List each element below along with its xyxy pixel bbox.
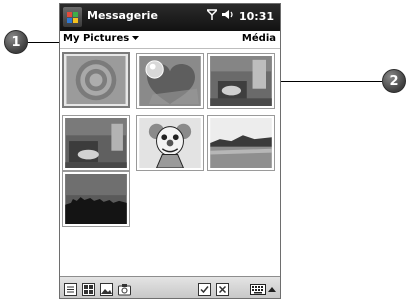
- callout-1: 1: [4, 30, 28, 54]
- thumb-room-1[interactable]: [207, 53, 275, 109]
- room-2-image: [65, 118, 127, 168]
- camera-icon[interactable]: [118, 281, 131, 296]
- start-menu-icon[interactable]: [63, 7, 82, 27]
- thumb-target-circles[interactable]: [62, 52, 130, 108]
- thumbnail-view-icon[interactable]: [82, 281, 95, 296]
- status-area[interactable]: 10:31: [205, 9, 274, 23]
- folder-dropdown-label: My Pictures: [63, 33, 130, 44]
- thumb-heart-bubble[interactable]: [136, 53, 204, 109]
- lake-image: [210, 118, 272, 168]
- pocket-pc-screen: Messagerie 10:31 My Pictures Média: [59, 3, 281, 299]
- keyboard-icon[interactable]: [250, 281, 266, 295]
- picture-icon[interactable]: [100, 281, 113, 296]
- folder-header: My Pictures Média: [60, 31, 280, 49]
- bottom-toolbar: [60, 276, 280, 298]
- clown-image: [139, 118, 201, 168]
- target-circles-image: [66, 56, 126, 104]
- up-arrow-icon[interactable]: [268, 281, 276, 294]
- signal-icon[interactable]: [205, 9, 219, 23]
- media-link[interactable]: Média: [242, 33, 276, 44]
- thumb-clown[interactable]: [136, 115, 204, 171]
- thumbnail-grid: [60, 49, 280, 275]
- callout-2-line: [265, 81, 382, 82]
- app-title: Messagerie: [87, 9, 158, 22]
- heart-bubble-image: [139, 56, 201, 106]
- speaker-icon[interactable]: [221, 9, 234, 23]
- thumb-lake[interactable]: [207, 115, 275, 171]
- clock-time[interactable]: 10:31: [239, 10, 274, 23]
- thumb-room-2[interactable]: [62, 115, 130, 171]
- callout-2: 2: [382, 69, 406, 93]
- room-1-image: [210, 56, 272, 106]
- list-view-icon[interactable]: [64, 281, 77, 296]
- folder-dropdown[interactable]: My Pictures: [63, 33, 140, 44]
- thumb-city-dusk[interactable]: [62, 171, 130, 227]
- callout-2-label: 2: [389, 73, 399, 89]
- stage: 1 2 Messagerie 10:31 My Pictures Média: [0, 0, 408, 302]
- city-dusk-image: [65, 174, 127, 224]
- callout-1-label: 1: [11, 34, 21, 50]
- chevron-down-icon: [132, 33, 140, 44]
- checkbox-icon[interactable]: [198, 281, 211, 296]
- callout-1-line: [28, 42, 62, 43]
- title-bar: Messagerie 10:31: [60, 4, 280, 31]
- close-box-icon[interactable]: [216, 281, 229, 296]
